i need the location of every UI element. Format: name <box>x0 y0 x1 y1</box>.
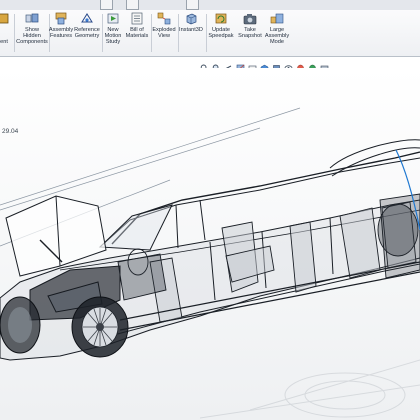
ribbon-label: Large Assembly Mode <box>264 27 290 46</box>
minimize-control[interactable] <box>100 0 113 10</box>
display-style-icon[interactable] <box>272 59 281 71</box>
ribbon-label: New Motion Study <box>104 27 122 46</box>
edit-appearance-icon[interactable] <box>296 59 305 71</box>
show-hidden-components-icon <box>25 12 39 25</box>
ribbon-label: Take Snapshot <box>238 27 262 40</box>
instant3d-button[interactable]: Instant3D <box>178 12 204 55</box>
ribbon-label: Instant3D <box>179 27 203 33</box>
zoom-area-icon[interactable] <box>212 59 221 72</box>
bill-of-materials-button[interactable]: Bill of Materials <box>124 12 150 55</box>
view-settings-icon[interactable] <box>320 59 329 71</box>
new-motion-study-button[interactable]: New Motion Study <box>102 12 124 55</box>
instant3d-icon <box>184 12 198 25</box>
ribbon-label: Update Speedpak <box>208 27 234 40</box>
ribbon-label: Bill of Materials <box>125 27 149 40</box>
take-snapshot-button[interactable]: Take Snapshot <box>237 12 263 55</box>
insert-component-icon <box>0 12 11 25</box>
ribbon-separator <box>14 14 15 52</box>
limousine-model <box>0 68 420 420</box>
hide-show-items-icon[interactable] <box>284 59 293 71</box>
large-assembly-mode-button[interactable]: Large Assembly Mode <box>264 12 290 55</box>
ribbon-label: Exploded View <box>152 27 176 40</box>
ribbon-label: Assembly Features <box>48 27 74 40</box>
heads-up-view-toolbar <box>200 57 350 72</box>
close-control[interactable] <box>186 0 199 10</box>
previous-view-icon[interactable] <box>224 59 233 70</box>
reference-geometry-icon <box>80 12 94 25</box>
exploded-view-icon <box>157 12 171 25</box>
assembly-features-icon <box>54 12 68 25</box>
command-manager-ribbon: ent Show Hidden Components Assembly Feat… <box>0 10 420 57</box>
reference-geometry-button[interactable]: Reference Geometry <box>73 12 101 55</box>
assembly-features-button[interactable]: Assembly Features <box>48 12 74 55</box>
graphics-area[interactable] <box>0 68 420 420</box>
apply-scene-icon[interactable] <box>308 59 317 71</box>
exploded-view-button[interactable]: Exploded View <box>151 12 177 55</box>
update-speedpak-icon <box>214 12 228 25</box>
large-assembly-mode-icon <box>270 12 284 25</box>
dimension-label: 29.04 <box>2 128 19 135</box>
ribbon-label: Show Hidden Components <box>16 27 48 46</box>
view-orientation-icon[interactable] <box>260 59 269 72</box>
zoom-to-fit-icon[interactable] <box>200 59 209 72</box>
restore-control[interactable] <box>126 0 139 10</box>
take-snapshot-icon <box>243 12 257 25</box>
front-left-wheel <box>0 296 41 354</box>
dynamic-annotation-icon[interactable] <box>248 59 257 71</box>
ribbon-label: Reference Geometry <box>74 27 100 40</box>
ribbon-label: ent <box>0 39 8 45</box>
front-wheel <box>71 296 129 358</box>
show-hidden-components-button[interactable]: Show Hidden Components <box>16 12 48 55</box>
insert-components-button[interactable]: ent <box>0 12 12 55</box>
motion-study-icon <box>106 12 120 25</box>
section-view-icon[interactable] <box>236 59 245 71</box>
update-speedpak-button[interactable]: Update Speedpak <box>207 12 235 55</box>
bill-of-materials-icon <box>130 12 144 25</box>
